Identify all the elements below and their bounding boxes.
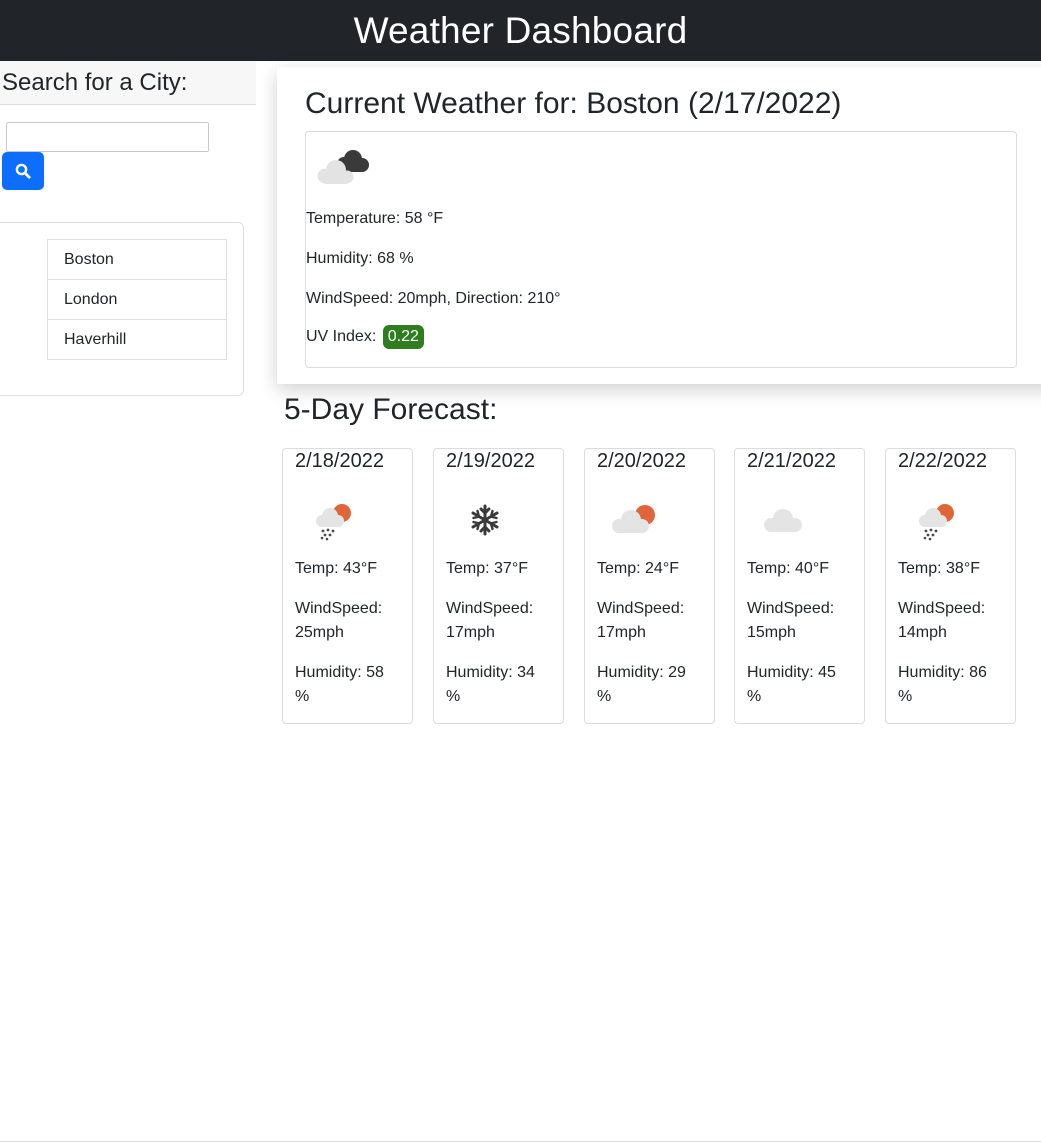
uv-label: UV Index: (306, 328, 377, 345)
search-icon (15, 163, 31, 179)
forecast-temp: Temp: 37°F (446, 560, 528, 577)
snow-sun-icon (316, 504, 351, 541)
forecast-humidity-unit: % (747, 688, 762, 705)
forecast-wind-label: WindSpeed: (446, 600, 534, 617)
forecast-card: 2/20/2022 Temp: 24°F WindSpeed: 17mph Hu… (584, 448, 715, 724)
cloud-icon (764, 509, 802, 532)
forecast-date: 2/18/2022 (295, 450, 384, 472)
uv-index-badge: 0.22 (382, 325, 424, 349)
page-title: Weather Dashboard (353, 9, 688, 51)
search-heading: Search for a City: (0, 61, 256, 105)
forecast-temp: Temp: 24°F (597, 560, 679, 577)
forecast-date: 2/20/2022 (597, 450, 686, 472)
forecast-wind-label: WindSpeed: (747, 600, 835, 617)
forecast-humidity: Humidity: 58 (295, 664, 384, 681)
current-uv-row: UV Index: 0.22 (306, 325, 424, 349)
forecast-humidity: Humidity: 34 (446, 664, 535, 681)
forecast-humidity-unit: % (446, 688, 461, 705)
forecast-card: 2/19/2022 Temp: 37°F WindSpeed: 17mph Hu… (433, 448, 564, 724)
current-humidity: Humidity: 68 % (306, 250, 414, 267)
forecast-wind-value: 17mph (597, 624, 646, 641)
cloud-sun-icon (612, 505, 655, 533)
forecast-card: 2/22/2022 Temp: 38°F WindSpeed: 14mph Hu… (885, 448, 1016, 724)
current-wind: WindSpeed: 20mph, Direction: 210° (306, 290, 561, 307)
forecast-wind-label: WindSpeed: (898, 600, 986, 617)
forecast-wind-value: 17mph (446, 624, 495, 641)
forecast-humidity: Humidity: 45 (747, 664, 836, 681)
forecast-wind-value: 14mph (898, 624, 947, 641)
forecast-date: 2/21/2022 (747, 450, 836, 472)
forecast-temp: Temp: 40°F (747, 560, 829, 577)
snowflake-icon (471, 504, 499, 536)
forecast-wind-label: WindSpeed: (295, 600, 383, 617)
history-item-boston[interactable]: Boston (47, 239, 227, 280)
search-button[interactable] (2, 152, 44, 190)
page-bottom-divider (0, 1141, 1041, 1142)
current-temperature: Temperature: 58 °F (306, 210, 444, 227)
forecast-date: 2/19/2022 (446, 450, 535, 472)
city-search-input[interactable] (6, 122, 209, 152)
forecast-humidity: Humidity: 29 (597, 664, 686, 681)
current-weather-title: Current Weather for: Boston (2/17/2022) (305, 87, 842, 120)
forecast-humidity: Humidity: 86 (898, 664, 987, 681)
forecast-temp: Temp: 38°F (898, 560, 980, 577)
forecast-card: 2/18/2022 Temp: 43°F WindSpeed: 25mph Hu… (282, 448, 413, 724)
search-history-list: Boston London Haverhill (47, 239, 227, 360)
current-weather-card: Current Weather for: Boston (2/17/2022) … (277, 67, 1041, 384)
forecast-humidity-unit: % (597, 688, 612, 705)
snow-sun-icon (919, 504, 954, 541)
app-header: Weather Dashboard (0, 0, 1041, 61)
forecast-title: 5-Day Forecast: (284, 393, 498, 426)
current-weather-details: Temperature: 58 °F Humidity: 68 % WindSp… (305, 131, 1017, 368)
history-item-haverhill[interactable]: Haverhill (47, 319, 227, 360)
forecast-wind-value: 15mph (747, 624, 796, 641)
forecast-date: 2/22/2022 (898, 450, 987, 472)
forecast-card: 2/21/2022 Temp: 40°F WindSpeed: 15mph Hu… (734, 448, 865, 724)
forecast-humidity-unit: % (295, 688, 310, 705)
forecast-humidity-unit: % (898, 688, 913, 705)
forecast-wind-label: WindSpeed: (597, 600, 685, 617)
forecast-temp: Temp: 43°F (295, 560, 377, 577)
history-item-london[interactable]: London (47, 279, 227, 320)
broken-clouds-icon (317, 150, 369, 184)
forecast-wind-value: 25mph (295, 624, 344, 641)
